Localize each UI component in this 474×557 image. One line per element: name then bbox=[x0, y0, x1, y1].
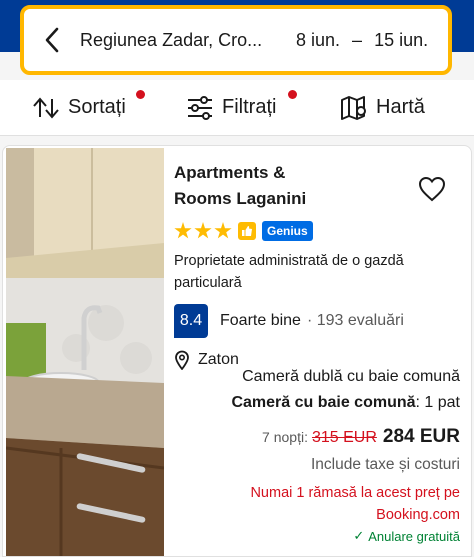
cancellation-label: Anulare gratuită bbox=[368, 528, 460, 544]
search-summary-bar[interactable]: Regiunea Zadar, Cro... 8 iun. – 15 iun. bbox=[20, 5, 452, 75]
date-end: 15 iun. bbox=[374, 29, 429, 50]
property-name-line1: Apartments & bbox=[174, 163, 286, 182]
filter-notification-dot bbox=[288, 89, 297, 99]
original-price: 315 EUR bbox=[311, 429, 377, 446]
save-favorite-button[interactable] bbox=[418, 176, 446, 207]
rating-badges: Genius bbox=[174, 220, 468, 242]
nights-label: 7 nopți: bbox=[262, 429, 308, 445]
search-dates[interactable]: 8 iun. – 15 iun. bbox=[296, 30, 428, 51]
location-name: Zaton bbox=[198, 351, 239, 368]
review-summary[interactable]: 8.4 Foarte bine · 193 evaluări bbox=[174, 304, 468, 338]
free-cancellation: ✓ Anulare gratuită bbox=[160, 528, 460, 544]
star-icon bbox=[174, 222, 192, 239]
sort-notification-dot bbox=[136, 90, 145, 99]
location-row[interactable]: Zaton bbox=[174, 350, 468, 370]
map-button[interactable]: Hartă bbox=[340, 95, 425, 121]
star-icon bbox=[214, 222, 232, 239]
kitchen-image bbox=[6, 148, 164, 556]
sort-arrows-icon bbox=[33, 96, 59, 119]
property-name-line2: Rooms Laganini bbox=[174, 189, 307, 208]
date-separator: – bbox=[352, 29, 363, 50]
price-row: 7 nopți: 315 EUR 284 EUR bbox=[160, 426, 460, 448]
sort-label: Sortați bbox=[68, 96, 126, 118]
location-pin-icon bbox=[175, 350, 189, 370]
map-icon bbox=[341, 95, 366, 120]
availability-alert: Numai 1 rămasă la acest preț pe Booking.… bbox=[250, 485, 460, 523]
property-name[interactable]: Apartments & Rooms Laganini bbox=[174, 160, 384, 212]
back-button[interactable] bbox=[24, 9, 80, 71]
host-type-text: Proprietate administrată de o gazdă part… bbox=[174, 253, 404, 291]
search-destination[interactable]: Regiunea Zadar, Cro... bbox=[80, 30, 280, 51]
property-photo[interactable] bbox=[6, 148, 164, 556]
filter-sliders-icon bbox=[188, 95, 212, 120]
room-summary-bold: Cameră cu baie comună bbox=[231, 394, 416, 411]
room-summary: Cameră cu baie comună: 1 pat bbox=[160, 394, 460, 412]
filter-label: Filtrați bbox=[222, 96, 277, 118]
star-icon bbox=[194, 222, 212, 239]
review-word: Foarte bine bbox=[220, 312, 301, 329]
thumbs-up-icon bbox=[238, 222, 256, 240]
room-summary-rest: : 1 pat bbox=[415, 394, 460, 411]
current-price: 284 EUR bbox=[382, 426, 460, 447]
sort-button[interactable]: Sortați bbox=[32, 90, 145, 119]
filter-button[interactable]: Filtrați bbox=[186, 89, 297, 120]
map-label: Hartă bbox=[376, 96, 425, 118]
property-card[interactable]: Apartments & Rooms Laganini Genius Propr… bbox=[2, 145, 472, 557]
review-count: · 193 evaluări bbox=[306, 312, 404, 329]
taxes-note: Include taxe și costuri bbox=[310, 456, 460, 473]
results-toolbar: Sortați Filtrați Hartă bbox=[0, 80, 474, 136]
heart-icon bbox=[418, 176, 446, 202]
chevron-left-icon bbox=[45, 27, 59, 53]
genius-badge: Genius bbox=[262, 221, 313, 241]
review-score: 8.4 bbox=[174, 304, 208, 338]
checkmark-icon: ✓ bbox=[353, 528, 365, 543]
room-type: Cameră dublă cu baie comună bbox=[242, 368, 460, 385]
property-info: Apartments & Rooms Laganini Genius Propr… bbox=[174, 160, 468, 370]
date-start: 8 iun. bbox=[296, 29, 341, 50]
